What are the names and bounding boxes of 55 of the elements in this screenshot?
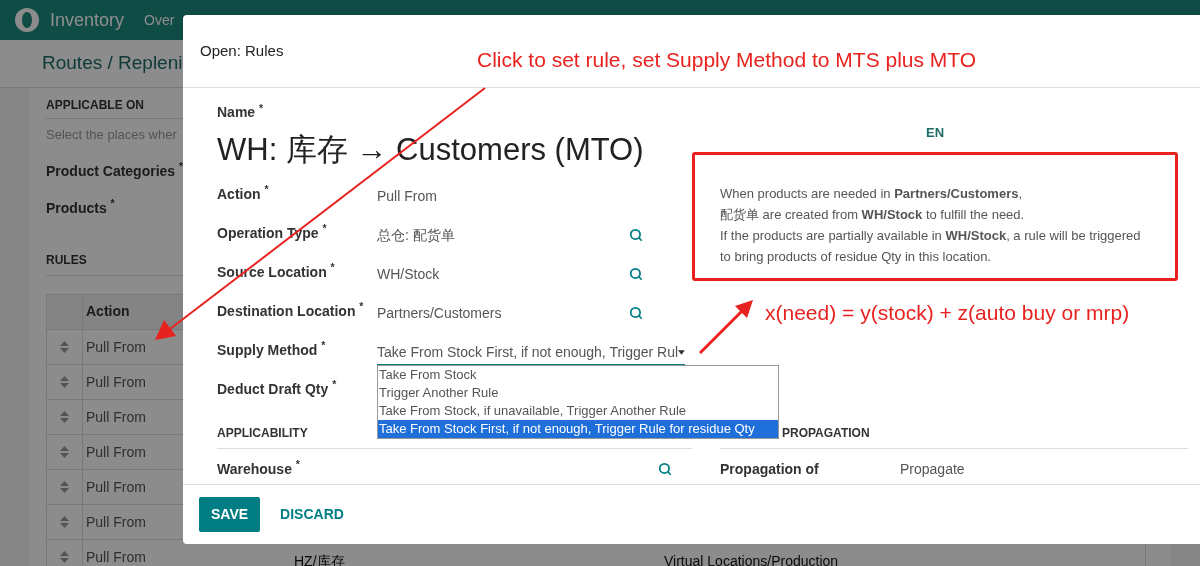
logo-icon[interactable] — [14, 7, 40, 33]
field-label: Product Categories $^{*}$ — [46, 160, 184, 181]
table-cell: Pull From — [86, 443, 146, 460]
search-icon[interactable] — [629, 228, 643, 242]
dialog-title: Open: Rules — [200, 40, 284, 61]
sort-handle-icon[interactable] — [60, 550, 69, 563]
table-cell: Pull From — [86, 513, 146, 530]
table-cell: Pull From — [86, 408, 146, 425]
field-value[interactable]: Pull From — [377, 183, 437, 207]
language-button[interactable]: EN — [925, 123, 945, 143]
table-cell: Pull From — [86, 548, 146, 565]
field-label: Name $^{*}$ — [217, 102, 265, 122]
sort-handle-icon[interactable] — [60, 340, 69, 353]
field-label: Action $^{*}$ — [217, 183, 270, 204]
annotation-formula: x(need) = y(stock) + z(auto buy or mrp) — [765, 299, 1131, 326]
breadcrumb[interactable]: Routes / Repleni — [42, 49, 183, 78]
field-value[interactable]: WH/Stock — [377, 263, 440, 285]
table-cell: Pull From — [86, 338, 146, 355]
field-label: Warehouse $^{*}$ — [217, 458, 300, 479]
dropdown-option[interactable]: Take From Stock — [378, 365, 778, 384]
sort-handle-icon[interactable] — [60, 375, 69, 388]
dropdown-option[interactable]: Take From Stock, if unavailable, Trigger Another Rule — [378, 401, 778, 420]
sort-handle-icon[interactable] — [60, 515, 69, 528]
search-icon[interactable] — [629, 267, 643, 281]
field-label: Deduct Draft Qty $^{*}$ — [217, 378, 338, 399]
rule-description: When products are needed in Partners/Customers, 配货单 are created from WH/Stock to fulfill the need. If the products are partially available in WH/Stock, a rule will be triggered to bring products of residue Qty in this location. — [720, 184, 1142, 266]
hint-text: Select the places wher — [46, 126, 177, 144]
select-field[interactable]: Take From Stock First, if not enough, Trigger Rul — [377, 339, 685, 365]
discard-button[interactable]: DISCARD — [268, 497, 356, 532]
field-label: Propagation of — [720, 459, 820, 479]
field-value[interactable]: 总仓: 配货单 — [377, 224, 455, 246]
table-cell: Virtual Locations/Production — [664, 552, 839, 566]
annotation-instruction: Click to set rule, set Supply Method to MTS plus MTO — [477, 47, 977, 73]
field-label: Supply Method $^{*}$ — [217, 339, 327, 360]
annotation-arrow — [698, 300, 753, 355]
caret-icon — [678, 349, 685, 355]
section-heading: RULES — [46, 251, 87, 269]
table-cell: Pull From — [86, 373, 146, 390]
record-name[interactable]: WH: 库存 → Customers (MTO) — [217, 127, 692, 174]
dropdown-option[interactable]: Trigger Another Rule — [378, 383, 778, 402]
dropdown-option[interactable]: Take From Stock First, if not enough, Trigger Rule for residue Qty — [378, 419, 778, 438]
save-button[interactable]: SAVE — [199, 497, 261, 532]
sort-handle-icon[interactable] — [60, 445, 69, 458]
search-icon[interactable] — [658, 462, 672, 476]
field-label: Destination Location $^{*}$ — [217, 300, 365, 321]
field-value[interactable]: Partners/Customers — [377, 302, 502, 324]
section-heading: APPLICABLE ON — [46, 97, 144, 114]
field-value[interactable]: Propagate — [900, 458, 965, 480]
sort-handle-icon[interactable] — [60, 410, 69, 423]
section-heading: APPLICABILITY — [217, 425, 308, 440]
sort-handle-icon[interactable] — [60, 480, 69, 493]
search-icon[interactable] — [629, 306, 643, 320]
table-cell: Pull From — [86, 478, 146, 495]
field-label: Products $^{*}$ — [46, 197, 115, 218]
section-heading: PROPAGATION — [782, 425, 870, 440]
